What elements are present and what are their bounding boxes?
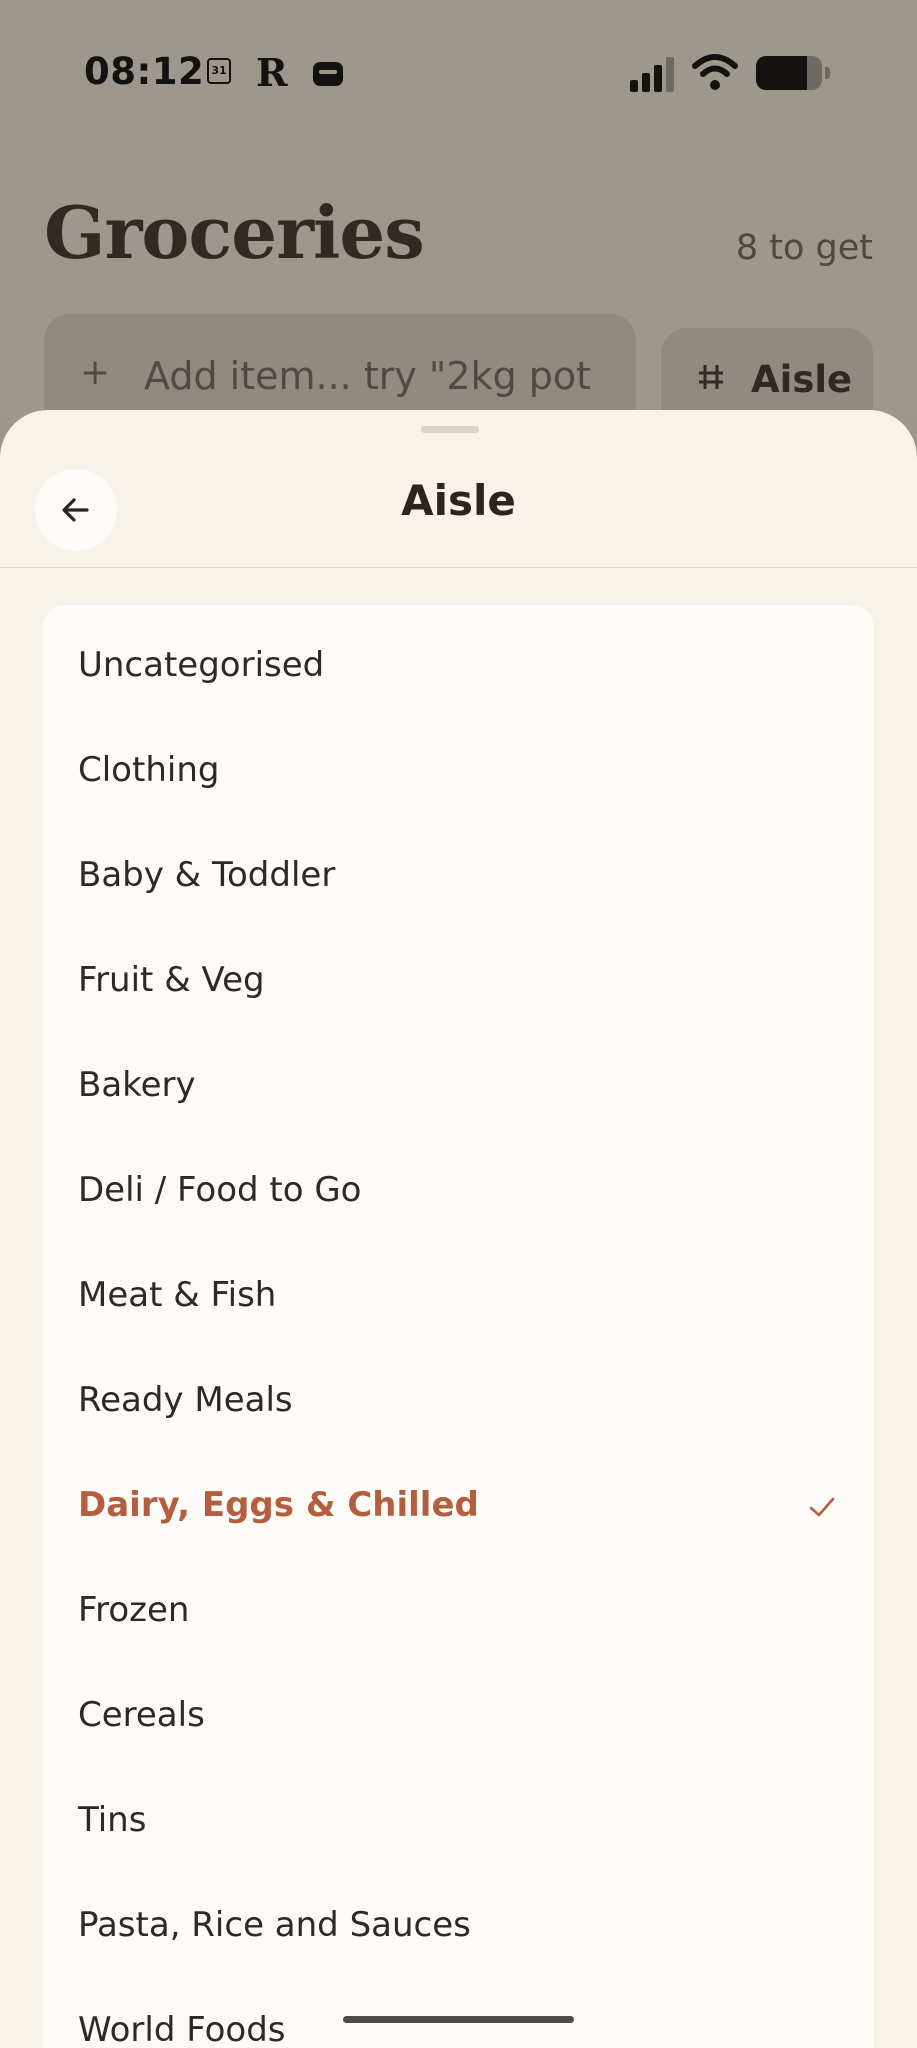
calendar-icon: 31 bbox=[207, 58, 231, 84]
r-app-icon: R bbox=[256, 50, 288, 95]
status-bar: 08:12 31 R bbox=[0, 0, 917, 150]
plus-icon: + bbox=[80, 352, 111, 393]
checkmark-icon bbox=[809, 1497, 835, 1517]
add-item-placeholder: Add item... try "2kg pot bbox=[144, 354, 592, 398]
aisle-option[interactable]: Baby & Toddler bbox=[78, 855, 335, 895]
aisle-list: Uncategorised Clothing Baby & Toddler Fruit… bbox=[43, 605, 874, 2048]
signal-icon bbox=[630, 54, 678, 92]
aisle-option[interactable]: Meat & Fish bbox=[78, 1275, 276, 1315]
aisle-option[interactable]: World Foods bbox=[78, 2010, 286, 2048]
items-to-get-count: 8 to get bbox=[735, 228, 873, 268]
wifi-icon bbox=[692, 52, 738, 92]
aisle-option[interactable]: Dairy, Eggs & Chilled bbox=[78, 1485, 479, 1525]
aisle-option[interactable]: Uncategorised bbox=[78, 645, 324, 685]
aisle-option[interactable]: Frozen bbox=[78, 1590, 189, 1630]
home-indicator[interactable] bbox=[343, 2016, 574, 2023]
aisle-option[interactable]: Tins bbox=[78, 1800, 146, 1840]
wallet-icon bbox=[313, 62, 343, 86]
aisle-button-label: Aisle bbox=[751, 358, 853, 401]
groceries-screen: 08:12 31 R Groceries 8 to get + Add item… bbox=[0, 0, 917, 434]
aisle-option[interactable]: Fruit & Veg bbox=[78, 960, 265, 1000]
aisle-option[interactable]: Clothing bbox=[78, 750, 219, 790]
aisle-option[interactable]: Pasta, Rice and Sauces bbox=[78, 1905, 471, 1945]
sheet-title: Aisle bbox=[401, 476, 516, 525]
aisle-sheet: Aisle Uncategorised Clothing Baby & Toddle… bbox=[0, 410, 917, 2048]
page-title: Groceries bbox=[44, 190, 425, 275]
aisle-option[interactable]: Cereals bbox=[78, 1695, 205, 1735]
status-time: 08:12 bbox=[84, 50, 205, 93]
sheet-header: Aisle bbox=[0, 410, 917, 568]
grid-icon bbox=[697, 362, 725, 400]
aisle-option[interactable]: Bakery bbox=[78, 1065, 196, 1105]
aisle-option[interactable]: Ready Meals bbox=[78, 1380, 293, 1420]
aisle-option[interactable]: Deli / Food to Go bbox=[78, 1170, 362, 1210]
battery-icon bbox=[756, 56, 830, 90]
